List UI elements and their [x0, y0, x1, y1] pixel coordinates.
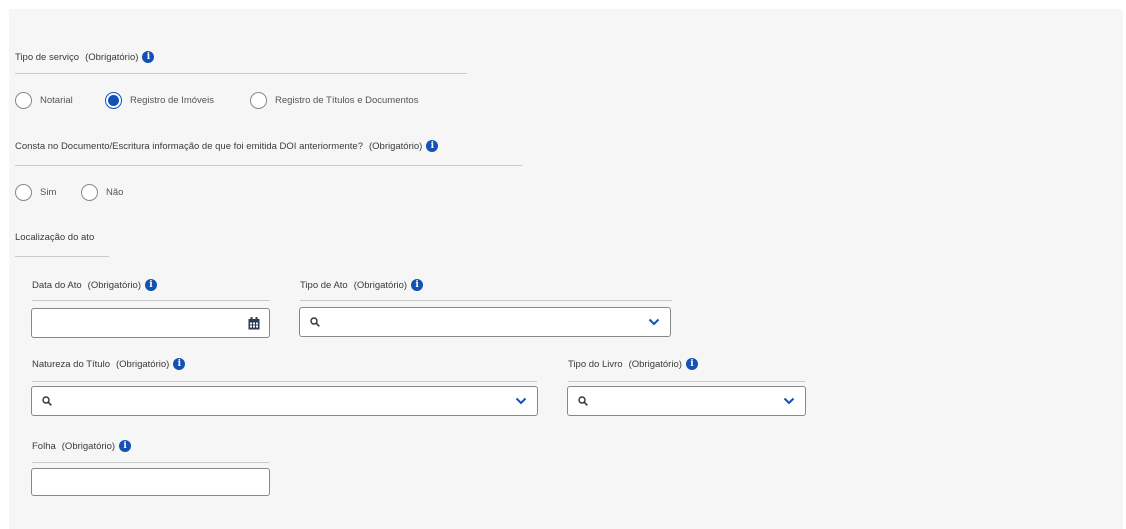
- service-type-label-text: Tipo de serviço: [15, 51, 80, 63]
- folha-input[interactable]: [31, 468, 270, 496]
- divider: [300, 300, 672, 301]
- doi-question-text: Consta no Documento/Escritura informação…: [15, 140, 363, 152]
- divider: [15, 165, 522, 166]
- chevron-down-icon[interactable]: [783, 396, 795, 406]
- radio-registro-titulos-label: Registro de Títulos e Documentos: [275, 95, 419, 106]
- info-icon[interactable]: i: [119, 440, 132, 452]
- radio-nao[interactable]: Não: [81, 184, 123, 201]
- data-ato-required: (Obrigatório): [87, 279, 141, 291]
- divider: [32, 462, 269, 463]
- folha-label: Folha (Obrigatório) i: [32, 440, 132, 452]
- tipo-livro-label-text: Tipo do Livro: [568, 358, 623, 370]
- radio-circle-checked[interactable]: [105, 92, 122, 109]
- service-type-required: (Obrigatório): [85, 51, 139, 63]
- calendar-icon[interactable]: [248, 317, 260, 330]
- radio-registro-titulos[interactable]: Registro de Títulos e Documentos: [250, 92, 418, 109]
- radio-circle[interactable]: [81, 184, 98, 201]
- data-ato-label-text: Data do Ato: [32, 279, 82, 291]
- search-icon: [42, 396, 52, 406]
- data-ato-label: Data do Ato (Obrigatório) i: [32, 279, 157, 291]
- natureza-titulo-select[interactable]: [31, 386, 538, 416]
- radio-circle[interactable]: [15, 184, 32, 201]
- folha-label-text: Folha: [32, 440, 56, 452]
- radio-sim-label: Sim: [40, 187, 57, 198]
- radio-notarial[interactable]: Notarial: [15, 92, 73, 109]
- radio-nao-label: Não: [106, 187, 124, 198]
- tipo-livro-select[interactable]: [567, 386, 806, 416]
- divider: [15, 256, 109, 257]
- info-icon[interactable]: i: [411, 279, 424, 291]
- tipo-livro-required: (Obrigatório): [628, 358, 682, 370]
- tipo-ato-label: Tipo de Ato (Obrigatório) i: [300, 279, 424, 291]
- tipo-ato-required: (Obrigatório): [353, 279, 408, 291]
- info-icon[interactable]: i: [685, 358, 698, 370]
- data-ato-input[interactable]: [31, 308, 270, 338]
- search-icon: [578, 396, 588, 406]
- info-icon[interactable]: i: [426, 140, 439, 152]
- search-icon: [310, 317, 320, 327]
- divider: [568, 381, 805, 382]
- tipo-ato-label-text: Tipo de Ato: [300, 279, 348, 291]
- divider: [32, 300, 270, 301]
- radio-circle[interactable]: [250, 92, 267, 109]
- divider: [15, 73, 467, 74]
- radio-registro-imoveis[interactable]: Registro de Imóveis: [105, 92, 214, 109]
- doi-question-required: (Obrigatório): [368, 140, 423, 152]
- location-section-title: Localização do ato: [15, 232, 94, 243]
- tipo-ato-select[interactable]: [299, 307, 671, 337]
- natureza-titulo-required: (Obrigatório): [115, 358, 170, 370]
- divider: [32, 381, 537, 382]
- info-icon[interactable]: i: [173, 358, 186, 370]
- natureza-titulo-label: Natureza do Título (Obrigatório) i: [32, 358, 186, 370]
- radio-sim[interactable]: Sim: [15, 184, 56, 201]
- radio-registro-imoveis-label: Registro de Imóveis: [130, 95, 214, 106]
- doi-question-label: Consta no Documento/Escritura informação…: [15, 140, 439, 152]
- radio-circle[interactable]: [15, 92, 32, 109]
- radio-notarial-label: Notarial: [40, 95, 73, 106]
- chevron-down-icon[interactable]: [648, 317, 660, 327]
- tipo-livro-label: Tipo do Livro (Obrigatório) i: [568, 358, 698, 370]
- chevron-down-icon[interactable]: [515, 396, 527, 406]
- info-icon[interactable]: i: [144, 279, 157, 291]
- folha-required: (Obrigatório): [61, 440, 116, 452]
- form-panel: Tipo de serviço (Obrigatório) i Notarial…: [9, 9, 1123, 529]
- natureza-titulo-label-text: Natureza do Título: [32, 358, 110, 370]
- service-type-label: Tipo de serviço (Obrigatório) i: [15, 51, 155, 63]
- info-icon[interactable]: i: [142, 51, 155, 63]
- location-section-title-text: Localização do ato: [15, 232, 95, 243]
